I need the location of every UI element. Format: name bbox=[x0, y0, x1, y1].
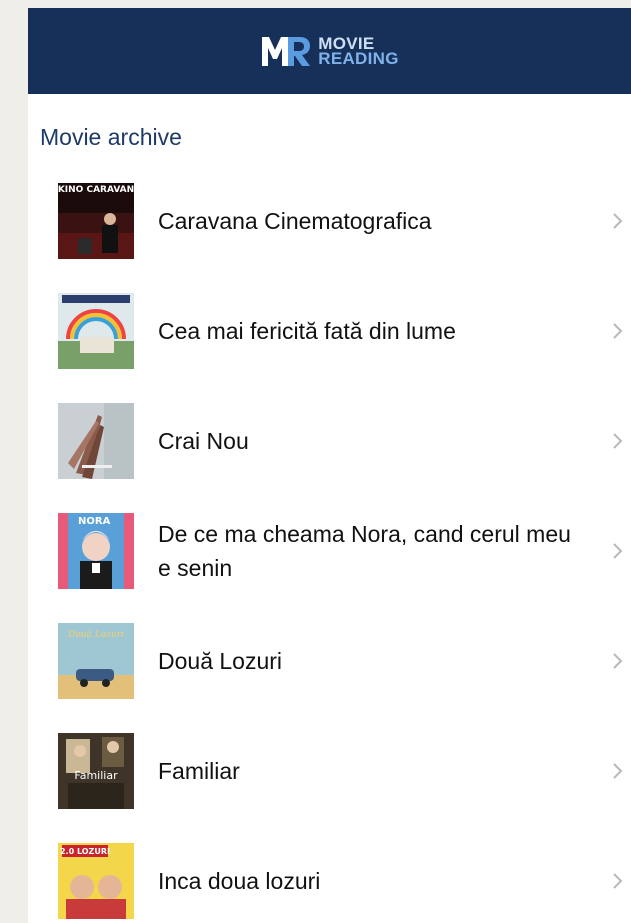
movie-row[interactable]: NORA De ce ma cheama Nora, cand cerul me… bbox=[28, 496, 631, 606]
movie-title: Caravana Cinematografica bbox=[158, 208, 432, 234]
movie-title: Familiar bbox=[158, 758, 240, 784]
chevron-right-icon bbox=[613, 323, 623, 339]
movie-poster: KINO CARAVAN bbox=[58, 183, 134, 259]
movie-title: Cea mai fericită fată din lume bbox=[158, 318, 456, 344]
poster-title-text: Familiar bbox=[74, 769, 118, 782]
poster-title-text: NORA bbox=[78, 516, 111, 527]
movie-poster bbox=[58, 293, 134, 369]
movie-poster bbox=[58, 403, 134, 479]
chevron-right-icon bbox=[613, 213, 623, 229]
movie-list: KINO CARAVAN Caravana Cinematografica Ce bbox=[28, 166, 631, 923]
poster-title-text: KINO CARAVAN bbox=[58, 185, 134, 195]
movie-poster: Două Lozuri bbox=[58, 623, 134, 699]
app-header: MOVIE READING bbox=[28, 8, 631, 94]
movie-title: Două Lozuri bbox=[158, 648, 283, 674]
chevron-right-icon bbox=[613, 763, 623, 779]
movie-title: Crai Nou bbox=[158, 428, 249, 454]
movie-poster: 2.0 LOZURI bbox=[58, 843, 134, 919]
movie-row[interactable]: KINO CARAVAN Caravana Cinematografica bbox=[28, 166, 631, 276]
chevron-right-icon bbox=[613, 543, 623, 559]
movie-row[interactable]: Crai Nou bbox=[28, 386, 631, 496]
poster-title-text: Două Lozuri bbox=[67, 629, 124, 640]
movie-title: De ce ma cheama Nora, cand cerul meu e s… bbox=[158, 521, 571, 581]
chevron-right-icon bbox=[613, 653, 623, 669]
movie-row[interactable]: Două Lozuri Două Lozuri bbox=[28, 606, 631, 716]
movie-poster: NORA bbox=[58, 513, 134, 589]
movie-row[interactable]: 2.0 LOZURI Inca doua lozuri bbox=[28, 826, 631, 923]
movie-title: Inca doua lozuri bbox=[158, 868, 321, 894]
movie-poster: Familiar bbox=[58, 733, 134, 809]
movie-reading-logo[interactable]: MOVIE READING bbox=[260, 34, 399, 68]
section-title: Movie archive bbox=[40, 124, 182, 150]
movie-row[interactable]: Familiar Familiar bbox=[28, 716, 631, 826]
mr-logo-icon bbox=[262, 37, 311, 66]
movie-row[interactable]: Cea mai fericită fată din lume bbox=[28, 276, 631, 386]
app-screen: MOVIE READING Movie archive KINO CARAVAN… bbox=[28, 8, 631, 923]
chevron-right-icon bbox=[613, 433, 623, 449]
chevron-right-icon bbox=[613, 873, 623, 889]
poster-title-text: 2.0 LOZURI bbox=[60, 847, 110, 856]
logo-line-2: READING bbox=[318, 49, 399, 68]
